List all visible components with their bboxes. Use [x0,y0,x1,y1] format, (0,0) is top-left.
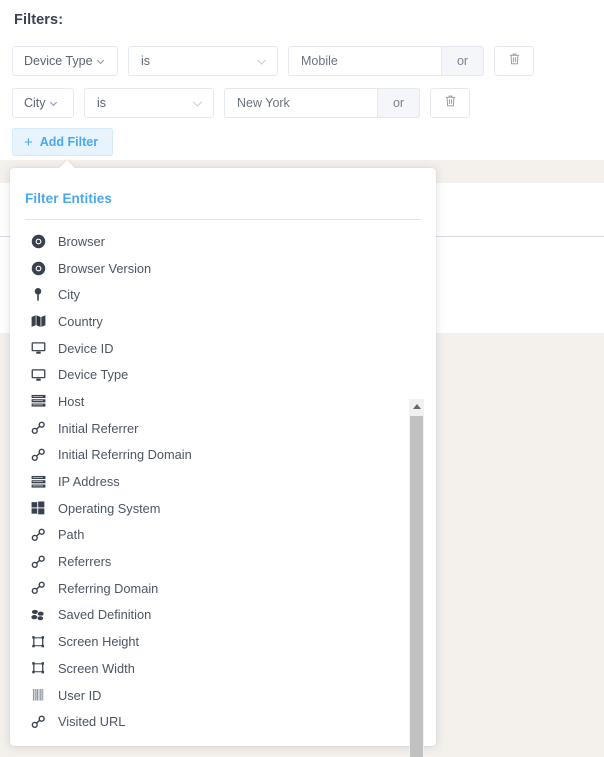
popup-title: Filter Entities [25,191,113,206]
list-item[interactable]: Device Type [10,361,410,388]
link-icon [30,447,46,463]
page-title: Filters: [14,12,64,28]
crop-icon [30,660,46,676]
list-item-label: Saved Definition [58,607,152,623]
filter-conjunction-button[interactable]: or [377,89,419,117]
list-item[interactable]: Visited URL [10,708,410,735]
chevron-down-icon [95,56,106,67]
link-icon [30,714,46,730]
list-item-label: Screen Width [58,660,135,676]
list-item[interactable]: Device ID [10,335,410,362]
list-item[interactable]: User ID [10,682,410,709]
list-item-label: Country [58,313,103,329]
list-item-label: City [58,287,81,303]
add-filter-button[interactable]: + Add Filter [12,128,114,156]
list-item-label: User ID [58,687,102,703]
list-item-label: Referrers [58,554,112,570]
link-icon [30,527,46,543]
filter-value-input[interactable]: Mobile [289,47,441,75]
list-item[interactable]: Referring Domain [10,575,410,602]
list-item-label: Browser [58,233,105,249]
link-icon [30,554,46,570]
monitor-icon [30,340,46,356]
trash-icon [508,52,521,71]
filter-conjunction-button[interactable]: or [441,47,483,75]
delete-filter-button[interactable] [494,46,534,76]
link-icon [30,420,46,436]
filter-entities-popup: Filter Entities Browser Browser Version Ci… [10,160,436,757]
list-item-label: IP Address [58,474,120,490]
list-item-label: Device ID [58,340,114,356]
scrollbar-thumb[interactable] [410,416,423,757]
list-item-label: Visited URL [58,714,126,730]
list-item[interactable]: IP Address [10,468,410,495]
monitor-icon [30,367,46,383]
filter-entities-list[interactable]: Browser Browser Version City Country Device … [10,228,436,738]
list-item-label: Initial Referrer [58,420,139,436]
list-item[interactable]: Screen Height [10,628,410,655]
list-item-label: Referring Domain [58,580,159,596]
list-item-label: Browser Version [58,260,152,276]
list-item-label: Host [58,393,85,409]
windows-icon [30,500,46,516]
list-item[interactable]: Screen Width [10,655,410,682]
cubes-icon [30,607,46,623]
list-item-label: Device Type [58,367,129,383]
browser-icon [30,233,46,249]
scrollbar-track[interactable] [409,414,424,757]
filter-value-group: Mobile or [288,46,484,76]
scroll-up-arrow-icon[interactable] [409,399,424,414]
filter-operator-label: is [97,96,107,110]
folded-map-icon [30,313,46,329]
filters-screen: Filters: Device Type is Mobile or City i… [0,0,604,757]
filter-row: City is New York or [12,88,470,118]
filter-row: Device Type is Mobile or [12,46,534,76]
chevron-down-icon [191,97,204,110]
list-scrollbar[interactable] [409,399,424,757]
list-item[interactable]: Saved Definition [10,602,410,629]
list-item-label: Path [58,527,85,543]
plus-icon: + [24,133,33,151]
list-item[interactable]: Initial Referrer [10,415,410,442]
popup-pointer [58,160,76,169]
filter-entity-label: City [24,96,46,110]
list-item-label: Operating System [58,500,161,516]
trash-icon [444,94,457,113]
link-icon [30,580,46,596]
filter-entity-select[interactable]: Device Type [12,46,118,76]
list-item-label: Initial Referring Domain [58,447,192,463]
crop-icon [30,634,46,650]
chevron-down-icon [255,55,268,68]
map-pin-icon [30,287,46,303]
filter-operator-select[interactable]: is [84,88,214,118]
list-item[interactable]: Browser Version [10,255,410,282]
list-item[interactable]: Host [10,388,410,415]
list-item[interactable]: Initial Referring Domain [10,442,410,469]
filter-entity-label: Device Type [24,54,93,68]
list-item[interactable]: Browser [10,228,410,255]
filter-value-text: New York [237,96,290,110]
popup-divider [25,219,421,220]
list-item-label: Screen Height [58,634,140,650]
list-item[interactable]: Operating System [10,495,410,522]
barcode-icon [30,687,46,703]
filter-value-input[interactable]: New York [225,89,377,117]
add-filter-label: Add Filter [39,135,99,149]
filter-value-group: New York or [224,88,420,118]
filter-operator-select[interactable]: is [128,46,278,76]
filter-conjunction-label: or [456,54,469,68]
browser-icon [30,260,46,276]
server-icon [30,393,46,409]
list-item[interactable]: Referrers [10,548,410,575]
list-item[interactable]: City [10,281,410,308]
chevron-down-icon [48,98,59,109]
list-item[interactable]: Country [10,308,410,335]
list-item[interactable]: Path [10,522,410,549]
filter-operator-label: is [141,54,151,68]
delete-filter-button[interactable] [430,88,470,118]
filter-entity-select[interactable]: City [12,88,74,118]
server-icon [30,474,46,490]
filter-value-text: Mobile [301,54,338,68]
filter-conjunction-label: or [392,96,405,110]
